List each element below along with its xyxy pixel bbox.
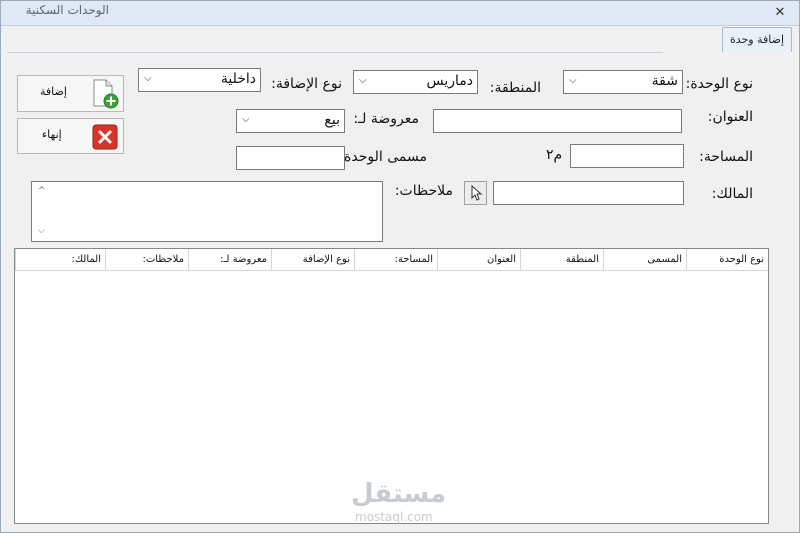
- column-header[interactable]: المنطقة: [520, 249, 603, 270]
- owner-input[interactable]: [493, 181, 684, 205]
- add-type-value: داخلية: [220, 71, 256, 87]
- region-label: المنطقة:: [489, 80, 541, 96]
- column-header[interactable]: العنوان: [437, 249, 520, 270]
- area-unit-label: م٢: [546, 147, 563, 163]
- address-input[interactable]: [433, 109, 682, 133]
- offered-for-select[interactable]: بيع ⌵: [236, 109, 345, 133]
- add-type-label: نوع الإضافة:: [271, 76, 342, 92]
- column-header[interactable]: نوع الوحدة: [686, 249, 768, 270]
- watermark-logo-text: مستقل: [351, 479, 447, 509]
- watermark: مستقل mostaql.com: [351, 479, 447, 524]
- chevron-down-icon: ⌵: [359, 75, 367, 86]
- chevron-down-icon: ⌵: [144, 73, 152, 84]
- add-type-select[interactable]: داخلية ⌵: [138, 68, 261, 92]
- column-header[interactable]: المالك:: [15, 249, 105, 270]
- finish-button-label: إنهاء: [42, 128, 62, 141]
- tab-strip: إضافة وحدة: [1, 25, 799, 53]
- column-header[interactable]: المسمى: [603, 249, 686, 270]
- column-header[interactable]: معروضة لـ:: [188, 249, 271, 270]
- tab-add-unit[interactable]: إضافة وحدة: [722, 27, 792, 52]
- scroll-up-icon[interactable]: ^: [38, 186, 46, 196]
- unit-type-select[interactable]: شقة ⌵: [563, 70, 683, 94]
- finish-button[interactable]: إنهاء: [17, 118, 124, 154]
- chevron-down-icon: ⌵: [242, 114, 250, 125]
- owner-picker-button[interactable]: [464, 181, 487, 205]
- add-button-label: إضافة: [40, 85, 67, 98]
- address-label: العنوان:: [707, 109, 753, 125]
- column-header[interactable]: نوع الإضافة: [271, 249, 354, 270]
- offered-for-label: معروضة لـ:: [353, 111, 419, 127]
- region-select[interactable]: دماريس ⌵: [353, 70, 478, 94]
- app-window: الوحدات السكنية ✕ إضافة وحدة نوع الوحدة:…: [0, 0, 800, 533]
- watermark-url: mostaql.com: [355, 510, 433, 524]
- scroll-down-icon[interactable]: ⌵: [38, 226, 45, 236]
- add-document-icon: [93, 79, 119, 109]
- add-button[interactable]: إضافة: [17, 75, 124, 112]
- title-bar: الوحدات السكنية ✕: [1, 1, 799, 26]
- column-header[interactable]: ملاحظات:: [105, 249, 188, 270]
- window-title: الوحدات السكنية: [25, 3, 109, 17]
- unit-name-input[interactable]: [236, 146, 345, 170]
- unit-type-value: شقة: [651, 73, 678, 89]
- offered-for-value: بيع: [324, 112, 340, 128]
- area-label: المساحة:: [699, 149, 753, 165]
- close-button[interactable]: ✕: [771, 5, 789, 21]
- unit-name-label: مسمى الوحدة:: [339, 149, 427, 165]
- table-header: نوع الوحدة المسمى المنطقة العنوان المساح…: [15, 249, 768, 271]
- unit-type-label: نوع الوحدة:: [685, 76, 753, 92]
- chevron-down-icon: ⌵: [569, 75, 577, 86]
- area-input[interactable]: [570, 144, 684, 168]
- delete-icon: [92, 124, 118, 150]
- cursor-arrow-icon: [471, 184, 483, 201]
- region-value: دماريس: [426, 73, 473, 89]
- tab-divider: [7, 52, 663, 53]
- owner-label: المالك:: [711, 186, 753, 202]
- notes-textarea[interactable]: ^ ⌵: [31, 181, 383, 242]
- notes-label: ملاحظات:: [394, 183, 453, 199]
- column-header[interactable]: المساحة:: [354, 249, 437, 270]
